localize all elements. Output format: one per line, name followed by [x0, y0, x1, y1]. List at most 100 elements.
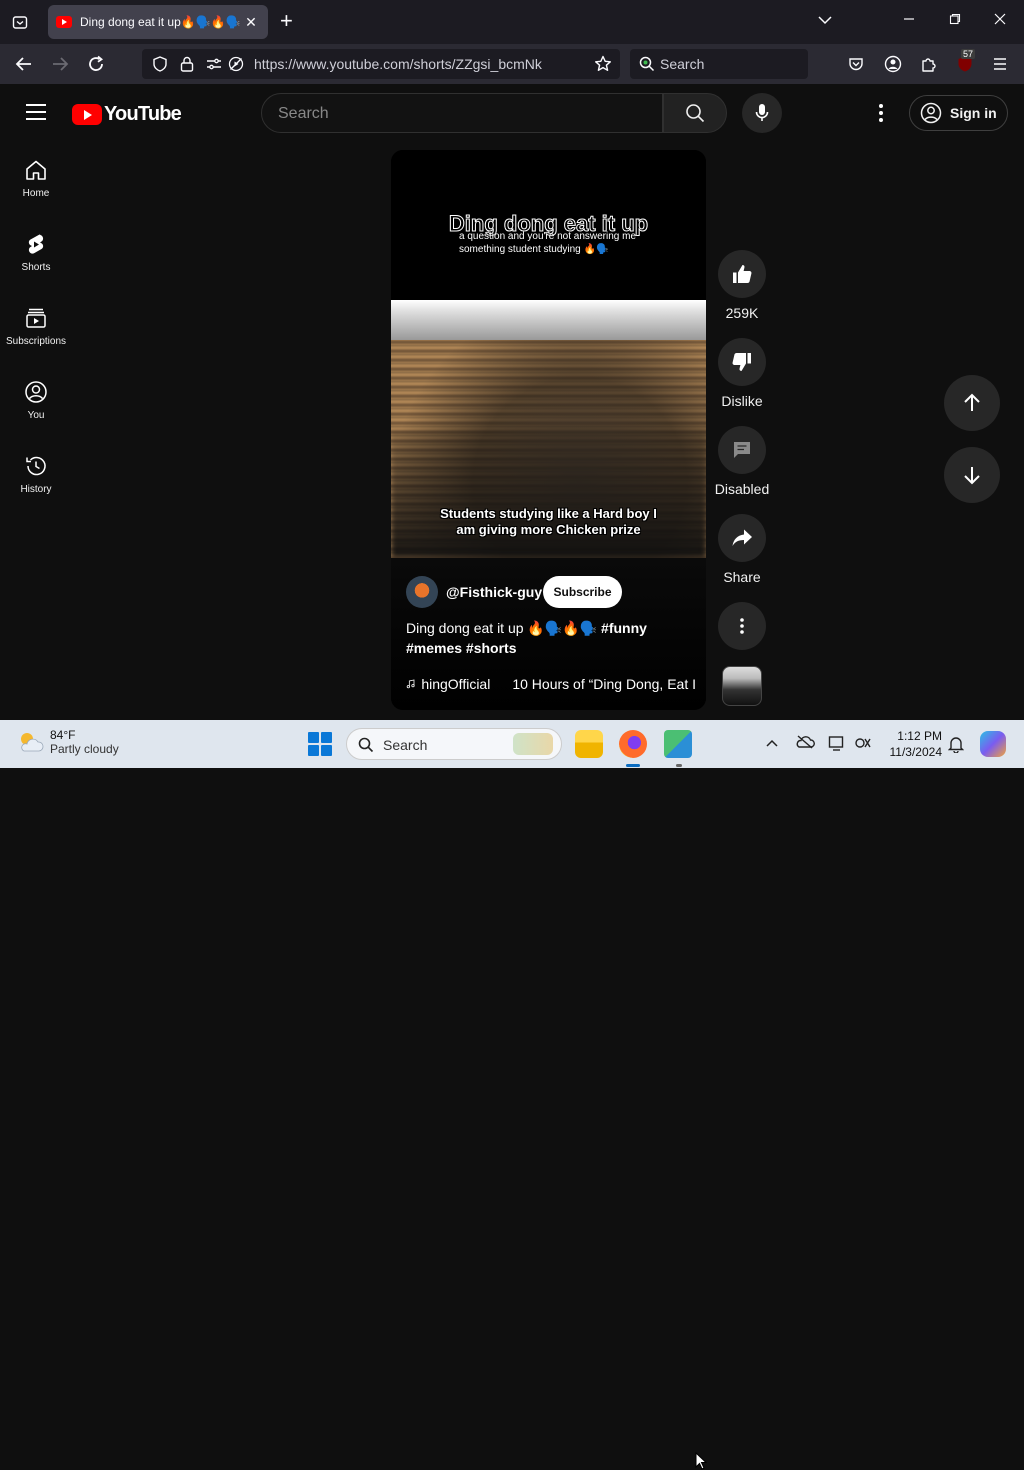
- extension-badge: 57: [961, 49, 976, 59]
- share-arrow-icon: [732, 529, 752, 546]
- sidebar-item-subscriptions[interactable]: Subscriptions: [0, 290, 72, 362]
- browser-search-placeholder: Search: [660, 56, 705, 72]
- subscribe-button[interactable]: Subscribe: [543, 576, 622, 608]
- guide-menu-icon[interactable]: [26, 104, 46, 120]
- music-ticker[interactable]: hingOfficial 10 Hours of “Ding Dong, Eat…: [406, 674, 696, 694]
- youtube-search-placeholder: Search: [278, 105, 329, 122]
- clock-date: 11/3/2024: [889, 745, 943, 759]
- microphone-icon: [755, 104, 769, 121]
- windows-taskbar: 84°F Partly cloudy Search 1:12 PM 11/3/2…: [0, 720, 1024, 1470]
- share-button[interactable]: [718, 514, 766, 562]
- music-note-icon: [406, 679, 415, 689]
- taskbar-clock[interactable]: 1:12 PM 11/3/2024: [884, 728, 943, 760]
- subscriptions-icon: [26, 308, 46, 328]
- youtube-logo[interactable]: YouTube: [72, 103, 182, 126]
- notification-bell-icon[interactable]: [947, 735, 965, 756]
- tab-title: Ding dong eat it up🔥🗣️🔥🗣️: [80, 15, 241, 29]
- autoplay-blocked-icon[interactable]: [228, 56, 244, 77]
- share-action: Share: [717, 514, 767, 585]
- music-track-1: hingOfficial: [421, 676, 491, 692]
- dislike-button[interactable]: [718, 338, 766, 386]
- short-description[interactable]: Ding dong eat it up 🔥🗣️🔥🗣️ #funny #memes…: [406, 618, 696, 658]
- close-window-icon[interactable]: [990, 12, 1010, 28]
- network-icon[interactable]: [854, 735, 872, 754]
- clock-time: 1:12 PM: [897, 729, 942, 743]
- partly-cloudy-icon: [21, 733, 44, 752]
- share-label: Share: [723, 569, 761, 585]
- next-short-button[interactable]: [944, 447, 1000, 503]
- shorts-player[interactable]: Ding dong eat it up a question and you'r…: [391, 150, 706, 710]
- new-tab-button[interactable]: +: [280, 10, 293, 32]
- weather-condition: Partly cloudy: [50, 742, 119, 756]
- padlock-icon[interactable]: [180, 56, 194, 77]
- windows-start-icon[interactable]: [308, 732, 332, 756]
- settings-kebab-icon[interactable]: [870, 102, 892, 124]
- bookmark-star-icon[interactable]: [594, 55, 612, 78]
- dislike-action: Dislike: [717, 338, 767, 409]
- sidebar-item-you[interactable]: You: [0, 364, 72, 436]
- arrow-up-icon: [964, 393, 980, 411]
- shorts-icon: [28, 234, 44, 254]
- taskbar-search-box[interactable]: Search: [346, 728, 562, 760]
- youtube-search-input[interactable]: Search: [261, 93, 663, 133]
- channel-handle[interactable]: @Fisthick-guy: [446, 584, 542, 600]
- list-all-tabs-icon[interactable]: [8, 10, 32, 34]
- browser-search-box[interactable]: Search: [630, 49, 808, 79]
- sign-in-button[interactable]: Sign in: [909, 95, 1008, 131]
- channel-avatar[interactable]: [406, 576, 438, 608]
- youtube-search-button[interactable]: [663, 93, 727, 133]
- search-icon: [358, 737, 374, 753]
- app-icon[interactable]: [664, 730, 692, 758]
- sidebar-item-shorts[interactable]: Shorts: [0, 216, 72, 288]
- app-menu-icon[interactable]: [989, 54, 1011, 74]
- voice-search-button[interactable]: [742, 93, 782, 133]
- weather-temperature: 84°F: [50, 728, 76, 742]
- show-hidden-icons-chevron-icon[interactable]: [765, 735, 779, 751]
- minimize-window-icon[interactable]: [899, 12, 919, 28]
- restore-window-icon[interactable]: [945, 12, 965, 28]
- firefox-running-indicator: [626, 764, 640, 767]
- display-icon[interactable]: [828, 735, 846, 754]
- youtube-favicon-icon: [56, 16, 72, 28]
- pocket-icon[interactable]: [845, 54, 867, 74]
- tab-overflow-chevron-icon[interactable]: [815, 12, 835, 28]
- tracking-protection-shield-icon[interactable]: [152, 56, 168, 77]
- browser-navigation-bar: https://www.youtube.com/shorts/ZZgsi_bcm…: [0, 44, 1024, 84]
- account-icon[interactable]: [882, 54, 904, 74]
- music-track-2: 10 Hours of “Ding Dong, Eat I: [512, 676, 696, 692]
- browser-tab-active[interactable]: Ding dong eat it up🔥🗣️🔥🗣️ ✕: [48, 5, 268, 39]
- sidebar-item-history[interactable]: History: [0, 438, 72, 510]
- permissions-icon[interactable]: [206, 56, 222, 77]
- weather-widget[interactable]: 84°F Partly cloudy: [16, 728, 119, 756]
- ublock-extension-icon[interactable]: 57: [954, 49, 976, 74]
- comments-button: [718, 426, 766, 474]
- sidebar-item-label: Home: [22, 187, 50, 199]
- copilot-icon[interactable]: [980, 731, 1006, 757]
- like-count: 259K: [725, 305, 759, 321]
- tab-close-icon[interactable]: ✕: [242, 14, 260, 31]
- video-top-black-area: Ding dong eat it up a question and you'r…: [391, 150, 706, 300]
- arrow-down-icon: [964, 467, 980, 485]
- search-icon: [686, 104, 705, 123]
- youtube-header: YouTube Search Sign in: [0, 84, 1024, 142]
- back-arrow-icon[interactable]: [13, 54, 35, 74]
- reload-icon[interactable]: [85, 54, 107, 74]
- sidebar-item-home[interactable]: Home: [0, 142, 72, 214]
- you-icon: [25, 380, 47, 403]
- extensions-puzzle-icon[interactable]: [918, 54, 940, 74]
- video-overlay-text: Students studying like a Hard boy I am g…: [440, 506, 657, 537]
- sidebar-item-label: History: [20, 483, 52, 495]
- comments-label: Disabled: [714, 481, 770, 497]
- file-explorer-icon[interactable]: [575, 730, 603, 758]
- url-text: https://www.youtube.com/shorts/ZZgsi_bcm…: [254, 56, 542, 72]
- previous-short-button[interactable]: [944, 375, 1000, 431]
- firefox-icon[interactable]: [619, 730, 647, 758]
- like-button[interactable]: [718, 250, 766, 298]
- video-crowd-blur: [391, 430, 706, 558]
- more-options-button[interactable]: [718, 602, 766, 650]
- sound-thumbnail[interactable]: [722, 666, 762, 706]
- onedrive-icon[interactable]: [795, 735, 815, 752]
- address-bar[interactable]: https://www.youtube.com/shorts/ZZgsi_bcm…: [142, 49, 620, 79]
- comment-icon: [734, 442, 750, 458]
- video-caption-text: a question and you're not answering me s…: [459, 231, 637, 255]
